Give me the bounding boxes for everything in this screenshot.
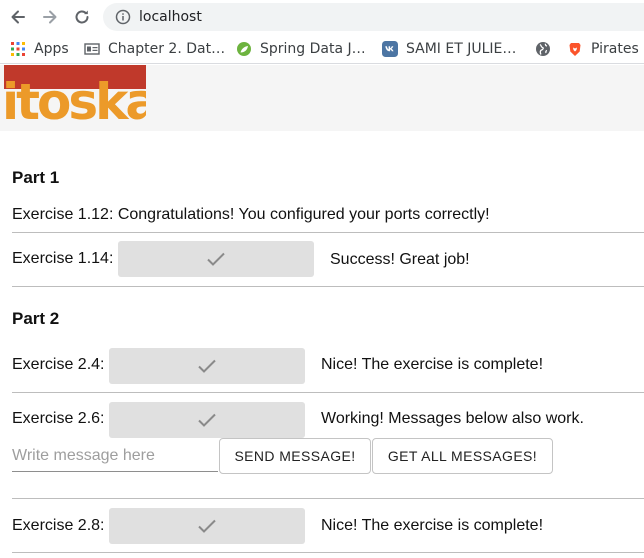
check-icon [198,519,216,533]
address-bar[interactable]: localhost [103,3,644,31]
page-header: itoska [0,65,644,131]
bookmark-label: Chapter 2. Dat… [108,41,226,57]
bookmark-globe[interactable] [535,34,559,63]
exercise-2-6-status: Working! Messages below also work. [321,410,584,427]
info-icon[interactable] [115,9,131,25]
bookmark-sami-et-julie[interactable]: SAMI ET JULIE… [382,34,517,63]
svg-text:itoska: itoska [4,73,146,123]
message-input[interactable] [12,440,218,472]
exercise-1-14-check-button[interactable] [118,241,314,277]
forward-arrow-icon [43,10,57,24]
bookmark-chapter-2[interactable]: Chapter 2. Dat… [84,34,226,63]
exercise-1-14-label: Exercise 1.14: [12,250,114,267]
bookmarks-bar: Apps Chapter 2. Dat… Spring Data J… SAMI… [0,34,644,64]
vk-icon [382,41,398,57]
bookmark-spring-data[interactable]: Spring Data J… [236,34,366,63]
exercise-2-8-label: Exercise 2.8: [12,517,105,534]
exercise-2-4-label: Exercise 2.4: [12,356,105,373]
forward-button[interactable] [38,5,62,29]
exercise-2-8-check-button[interactable] [109,508,305,544]
bookmark-label: Spring Data J… [260,41,366,57]
divider [12,392,644,393]
bookmark-label: Apps [34,41,69,57]
check-icon [198,413,216,427]
spring-leaf-icon [237,42,251,56]
exercise-2-6-label: Exercise 2.6: [12,410,105,427]
exercise-1-12-text: Exercise 1.12: Congratulations! You conf… [12,206,490,223]
divider [12,552,644,553]
divider [12,286,644,287]
toska-logo: itoska [4,65,146,123]
browser-toolbar: localhost [0,0,644,34]
exercise-2-6-check-button[interactable] [109,402,305,438]
divider [12,232,644,233]
check-icon [207,252,225,266]
globe-icon [536,42,550,56]
bookmark-label: Pirates a [591,41,644,57]
send-message-button[interactable]: SEND MESSAGE! [219,438,371,474]
bookmark-pirates[interactable]: Pirates a [567,34,644,63]
exercise-2-4-status: Nice! The exercise is complete! [321,356,544,373]
reload-icon [75,10,89,24]
back-arrow-icon [11,10,25,24]
part2-heading: Part 2 [12,309,60,328]
brave-icon [569,43,581,56]
exercise-2-4-check-button[interactable] [109,348,305,384]
part1-heading: Part 1 [12,168,60,187]
reload-button[interactable] [70,5,94,29]
bookmark-apps[interactable]: Apps [10,34,69,63]
url-text: localhost [139,9,202,25]
divider [12,498,644,499]
check-icon [198,359,216,373]
back-button[interactable] [6,5,30,29]
get-all-messages-button[interactable]: GET ALL MESSAGES! [372,438,553,474]
exercise-1-14-status: Success! Great job! [330,251,470,268]
apps-grid-icon [11,42,25,56]
bookmark-label: SAMI ET JULIE… [406,41,517,57]
page-icon [84,43,100,55]
exercise-2-8-status: Nice! The exercise is complete! [321,517,544,534]
